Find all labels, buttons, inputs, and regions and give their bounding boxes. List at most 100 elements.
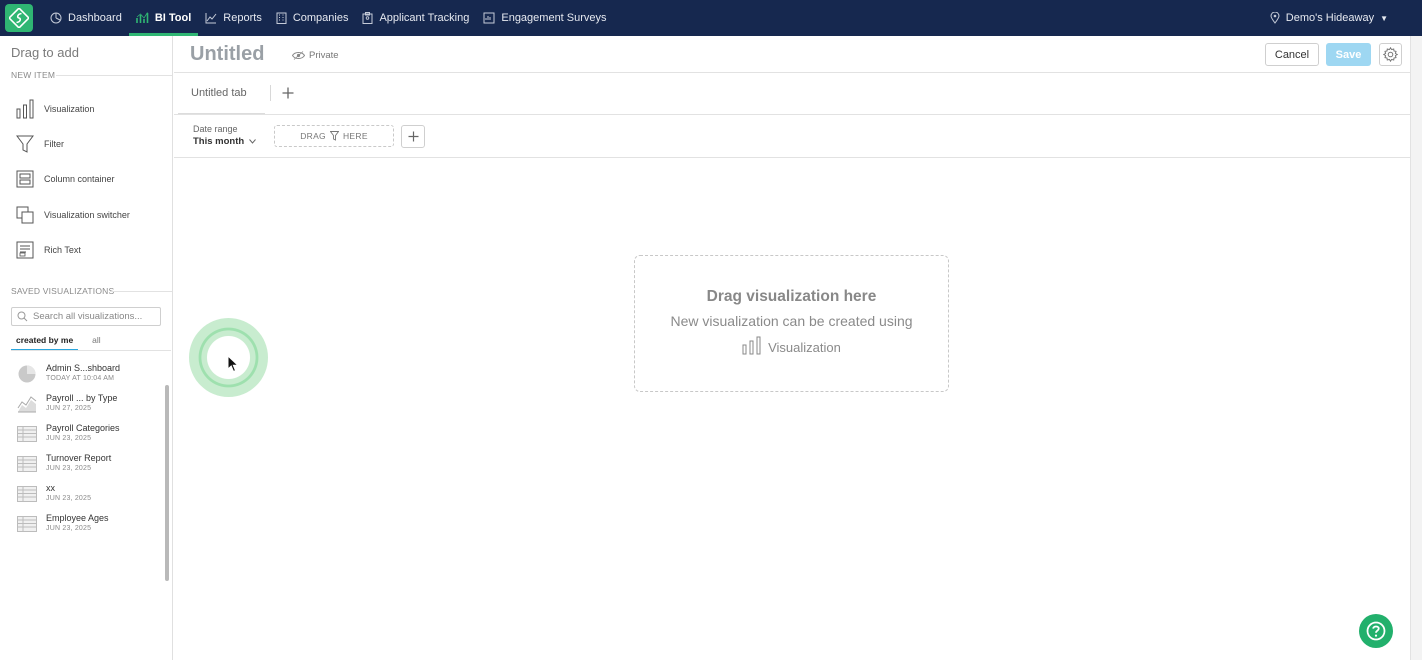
tab-untitled[interactable]: Untitled tab <box>191 87 247 99</box>
divider <box>174 114 1410 115</box>
company-switcher[interactable]: Demo's Hideaway ▼ <box>1270 0 1388 36</box>
here-text: HERE <box>342 131 368 141</box>
chevron-down-icon <box>249 139 257 144</box>
logo-icon <box>9 8 29 28</box>
save-button[interactable]: Save <box>1326 43 1371 66</box>
dashboard-title[interactable]: Untitled <box>190 43 264 66</box>
drop-zone-title: Drag visualization here <box>706 288 877 305</box>
table-icon <box>17 516 37 532</box>
new-item-label: Filter <box>44 139 64 149</box>
add-tab-button[interactable] <box>280 85 296 101</box>
app-logo[interactable] <box>5 4 33 32</box>
new-item-filter[interactable]: Filter <box>14 133 64 155</box>
saved-viz-item[interactable]: Payroll ... by Type JUN 27, 2025 <box>16 393 117 415</box>
new-item-label: Rich Text <box>44 245 81 255</box>
nav-label: Dashboard <box>68 12 122 24</box>
new-item-label: Column container <box>44 174 115 184</box>
clipboard-icon <box>362 12 373 24</box>
new-item-label: Visualization switcher <box>44 210 130 220</box>
saved-viz-item[interactable]: Employee Ages JUN 23, 2025 <box>16 513 109 535</box>
saved-viz-name: Employee Ages <box>46 513 109 523</box>
date-range-value: This month <box>193 136 245 147</box>
saved-tabs: created by me all <box>11 333 106 351</box>
new-item-label: Visualization <box>44 104 95 114</box>
saved-viz-date: JUN 27, 2025 <box>46 405 92 412</box>
table-icon <box>17 456 37 472</box>
saved-viz-name: Payroll Categories <box>46 423 120 433</box>
nav-label: Companies <box>292 12 349 24</box>
tab-created-by-me[interactable]: created by me <box>11 333 79 351</box>
nav-label: Reports <box>223 12 262 24</box>
top-nav-bar: Dashboard BI Tool Reports Companies Appl… <box>0 0 1422 36</box>
switcher-icon <box>16 206 34 224</box>
add-filter-button[interactable] <box>401 125 425 148</box>
saved-viz-item[interactable]: Turnover Report JUN 23, 2025 <box>16 453 111 475</box>
dashboard-editor: Untitled Private Cancel Save Untitled ta… <box>174 36 1410 660</box>
company-name: Demo's Hideaway <box>1285 12 1375 24</box>
bar-chart-icon <box>136 12 149 23</box>
funnel-icon <box>329 131 339 141</box>
survey-icon <box>483 12 495 24</box>
drag-text: DRAG <box>300 131 326 141</box>
privacy-label: Private <box>309 50 339 61</box>
saved-viz-date: JUN 23, 2025 <box>46 435 92 442</box>
new-item-column-container[interactable]: Column container <box>14 168 115 190</box>
new-item-rich-text[interactable]: Rich Text <box>14 239 81 261</box>
divider <box>174 157 1410 158</box>
nav-engagement-surveys[interactable]: Engagement Surveys <box>476 0 613 36</box>
building-icon <box>276 12 287 24</box>
divider <box>174 72 1410 73</box>
drop-zone-visualization-hint: Visualization <box>635 336 948 355</box>
nav-label: Engagement Surveys <box>501 12 607 24</box>
nav-label: Applicant Tracking <box>379 12 470 24</box>
visualization-drop-zone[interactable]: Drag visualization here New visualizatio… <box>634 255 949 392</box>
pie-chart-icon <box>18 365 36 383</box>
date-range-dropdown[interactable]: This month <box>193 136 257 147</box>
divider <box>110 291 172 292</box>
dashboard-icon <box>50 12 62 24</box>
nav-bi-tool[interactable]: BI Tool <box>128 0 199 36</box>
drop-zone-viz-label: Visualization <box>768 340 841 355</box>
new-item-heading: NEW ITEM <box>11 70 56 80</box>
new-item-visualization[interactable]: Visualization <box>14 98 94 120</box>
settings-button[interactable] <box>1379 43 1402 66</box>
saved-viz-name: xx <box>46 483 55 493</box>
date-range-label: Date range <box>193 124 238 134</box>
nav-companies[interactable]: Companies <box>269 0 356 36</box>
table-icon <box>17 486 37 502</box>
sidebar-scrollbar[interactable] <box>165 385 169 581</box>
saved-viz-item[interactable]: Payroll Categories JUN 23, 2025 <box>16 423 120 445</box>
saved-viz-item[interactable]: xx JUN 23, 2025 <box>16 483 91 505</box>
nav-applicant-tracking[interactable]: Applicant Tracking <box>355 0 476 36</box>
cancel-button[interactable]: Cancel <box>1265 43 1319 66</box>
saved-visualizations-heading: SAVED VISUALIZATIONS <box>11 286 115 296</box>
new-item-visualization-switcher[interactable]: Visualization switcher <box>14 204 130 226</box>
main-nav: Dashboard BI Tool Reports Companies Appl… <box>43 0 614 36</box>
column-container-icon <box>16 170 34 188</box>
search-icon <box>17 311 28 322</box>
saved-viz-date: JUN 23, 2025 <box>46 525 92 532</box>
saved-viz-name: Payroll ... by Type <box>46 393 118 403</box>
location-pin-icon <box>1270 12 1280 24</box>
filter-drop-target[interactable]: DRAG HERE <box>274 125 394 147</box>
help-button[interactable] <box>1359 614 1393 648</box>
table-icon <box>17 426 37 442</box>
nav-dashboard[interactable]: Dashboard <box>43 0 129 36</box>
gear-icon <box>1383 47 1398 62</box>
funnel-icon <box>16 135 34 153</box>
bar-chart-icon <box>742 336 761 355</box>
caret-down-icon: ▼ <box>1380 13 1388 23</box>
plus-icon <box>408 131 418 142</box>
saved-viz-date: JUN 23, 2025 <box>46 465 92 472</box>
nav-reports[interactable]: Reports <box>198 0 269 36</box>
saved-viz-item[interactable]: Admin S...shboard TODAY AT 10:04 AM <box>16 363 120 385</box>
saved-viz-date: TODAY AT 10:04 AM <box>46 375 115 382</box>
tab-all[interactable]: all <box>87 333 106 351</box>
divider <box>11 350 171 351</box>
search-input[interactable] <box>33 311 153 322</box>
divider <box>56 75 172 76</box>
privacy-toggle[interactable]: Private <box>292 50 339 61</box>
page-scrollbar-track <box>1410 36 1422 660</box>
eye-icon <box>292 51 305 60</box>
nav-label: BI Tool <box>154 12 192 24</box>
